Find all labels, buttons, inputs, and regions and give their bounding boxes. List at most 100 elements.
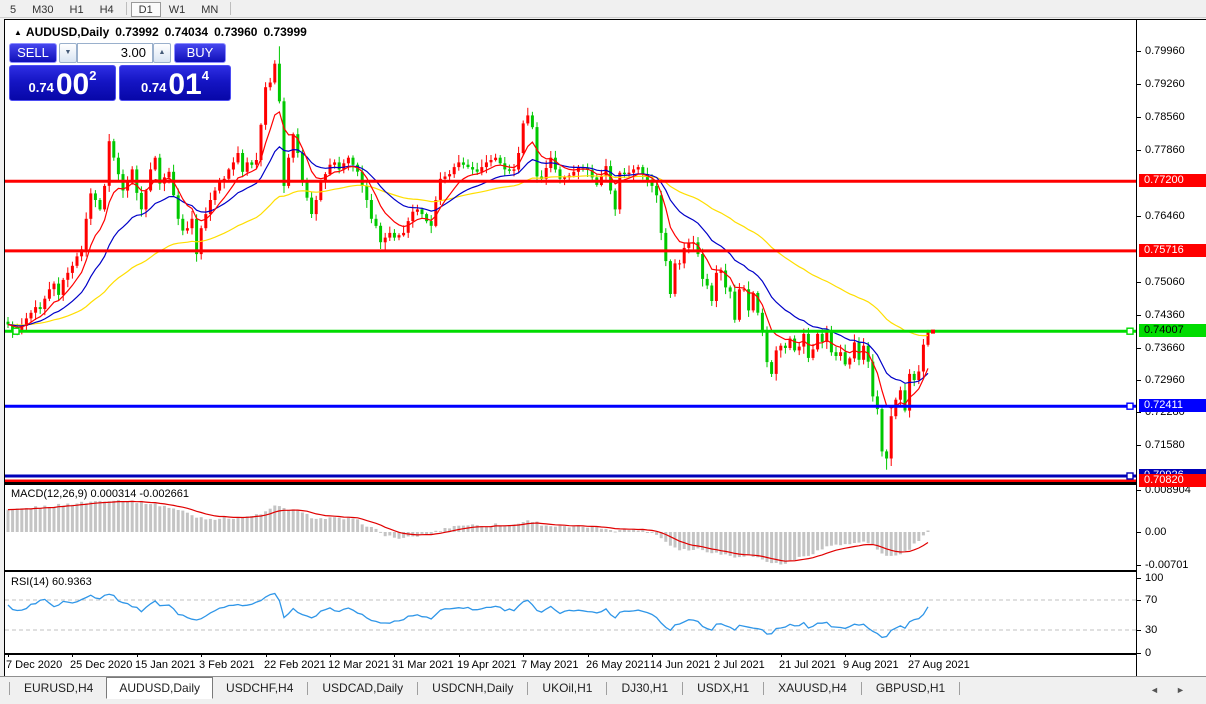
date-label: 12 Mar 2021 [328,659,390,671]
date-tick [72,653,73,657]
macd-panel[interactable] [5,485,1136,570]
rsi-tick-mark [1137,630,1141,631]
date-label: 7 May 2021 [521,659,578,671]
tab-dj30-h1[interactable]: DJ30,H1 [608,677,681,698]
timeframe-button-h4[interactable]: H4 [92,2,122,17]
level-edit-marker[interactable] [1127,328,1133,334]
date-label: 9 Aug 2021 [843,659,899,671]
down-arrow-icon: ▼ [65,49,72,56]
collapse-triangle-icon[interactable]: ▲ [14,28,22,37]
timeframe-button-m30[interactable]: M30 [24,2,61,17]
tab-usdx-h1[interactable]: USDX,H1 [684,677,762,698]
chart-tabs: EURUSD,H4AUDUSD,DailyUSDCHF,H4USDCAD,Dai… [8,677,961,699]
rsi-tick-mark [1137,600,1141,601]
price-tick-label: 0.76460 [1145,210,1185,222]
panel-separator [5,570,1206,572]
price-tick-label: 0.77860 [1145,144,1185,156]
date-tick [781,653,782,657]
date-label: 25 Dec 2020 [70,659,132,671]
tab-xauusd-h4[interactable]: XAUUSD,H4 [765,677,860,698]
buy-price-superscript: 4 [202,68,209,83]
tab-scroll-left-icon[interactable]: ◄ [1150,685,1159,695]
date-label: 26 May 2021 [586,659,650,671]
tab-separator [682,682,683,695]
price-tick-mark [1137,216,1141,217]
timeframe-button-d1[interactable]: D1 [131,2,161,17]
volume-input[interactable]: 3.00 [77,43,153,63]
price-tick-mark [1137,315,1141,316]
buy-price-prefix: 0.74 [141,80,166,95]
panel-separator [5,482,1206,485]
date-tick [652,653,653,657]
tab-usdchf-h4[interactable]: USDCHF,H4 [213,677,306,698]
sell-price-superscript: 2 [89,68,96,83]
tab-usdcad-daily[interactable]: USDCAD,Daily [309,677,416,698]
price-tick-label: 0.79260 [1145,78,1185,90]
rsi-panel[interactable] [5,572,1136,653]
macd-tick-mark [1137,565,1141,566]
timeframe-button-h1[interactable]: H1 [62,2,92,17]
date-tick [330,653,331,657]
level-edit-marker[interactable] [13,328,19,334]
high-value: 0.74034 [165,25,208,39]
price-tick-mark [1137,412,1141,413]
buy-price-display[interactable]: 0.74014 [119,65,231,101]
level-price-label: 0.75716 [1139,244,1206,257]
tab-scroll-right-icon[interactable]: ► [1176,685,1185,695]
chart-ohlc-header: ▲AUDUSD,Daily0.739920.740340.739600.7399… [14,25,313,39]
rsi-tick-label: 30 [1145,624,1157,636]
level-edit-marker[interactable] [1127,403,1133,409]
sell-price-big: 00 [56,70,89,99]
symbol-period-label: AUDUSD,Daily [26,25,109,39]
price-axis[interactable]: 0.799600.792600.785600.778600.764600.750… [1136,20,1206,677]
date-label: 19 Apr 2021 [457,659,516,671]
tab-eurusd-h4[interactable]: EURUSD,H4 [11,677,106,698]
macd-tick-mark [1137,532,1141,533]
price-tick-label: 0.73660 [1145,342,1185,354]
timeframe-button-w1[interactable]: W1 [161,2,194,17]
price-tick-label: 0.79960 [1145,45,1185,57]
trading-terminal: 5M30H1H4D1W1MN ▲AUDUSD,Daily0.739920.740… [0,0,1206,704]
price-tick-mark [1137,51,1141,52]
tab-usdcnh-daily[interactable]: USDCNH,Daily [419,677,526,698]
volume-decrease-button[interactable]: ▼ [59,43,77,63]
date-label: 22 Feb 2021 [264,659,326,671]
tab-separator [959,682,960,695]
price-tick-label: 0.75060 [1145,276,1185,288]
date-tick [8,653,9,657]
date-tick [910,653,911,657]
timeframe-toolbar: 5M30H1H4 D1W1MN [0,0,1206,18]
macd-histogram [7,500,930,565]
date-tick [716,653,717,657]
date-tick [523,653,524,657]
sell-button[interactable]: SELL [9,43,57,63]
timeframe-button-mn[interactable]: MN [193,2,226,17]
chart-tab-bar: EURUSD,H4AUDUSD,DailyUSDCHF,H4USDCAD,Dai… [0,676,1206,704]
tab-separator [307,682,308,695]
date-axis[interactable]: 7 Dec 202025 Dec 202015 Jan 20213 Feb 20… [5,655,1136,677]
date-label: 21 Jul 2021 [779,659,836,671]
sell-price-display[interactable]: 0.74002 [9,65,116,101]
rsi-tick-label: 0 [1145,647,1151,659]
price-tick-label: 0.74360 [1145,309,1185,321]
level-edit-marker[interactable] [1127,473,1133,479]
macd-tick-label: 0.00 [1145,526,1166,538]
tab-separator [9,682,10,695]
timeframe-button-5[interactable]: 5 [2,2,24,17]
macd-tick-label: -0.00701 [1145,559,1188,571]
tab-ukoil-h1[interactable]: UKOil,H1 [529,677,605,698]
tab-separator [861,682,862,695]
volume-increase-button[interactable]: ▲ [153,43,171,63]
tab-gbpusd-h1[interactable]: GBPUSD,H1 [863,677,958,698]
buy-button[interactable]: BUY [174,43,226,63]
close-value: 0.73999 [263,25,306,39]
tab-separator [763,682,764,695]
price-tick-mark [1137,445,1141,446]
rsi-tick-mark [1137,653,1141,654]
tab-audusd-daily[interactable]: AUDUSD,Daily [106,677,213,699]
level-price-label: 0.70820 [1139,474,1206,487]
rsi-tick-mark [1137,578,1141,579]
date-tick [459,653,460,657]
level-price-label: 0.74007 [1139,324,1206,337]
price-tick-mark [1137,348,1141,349]
